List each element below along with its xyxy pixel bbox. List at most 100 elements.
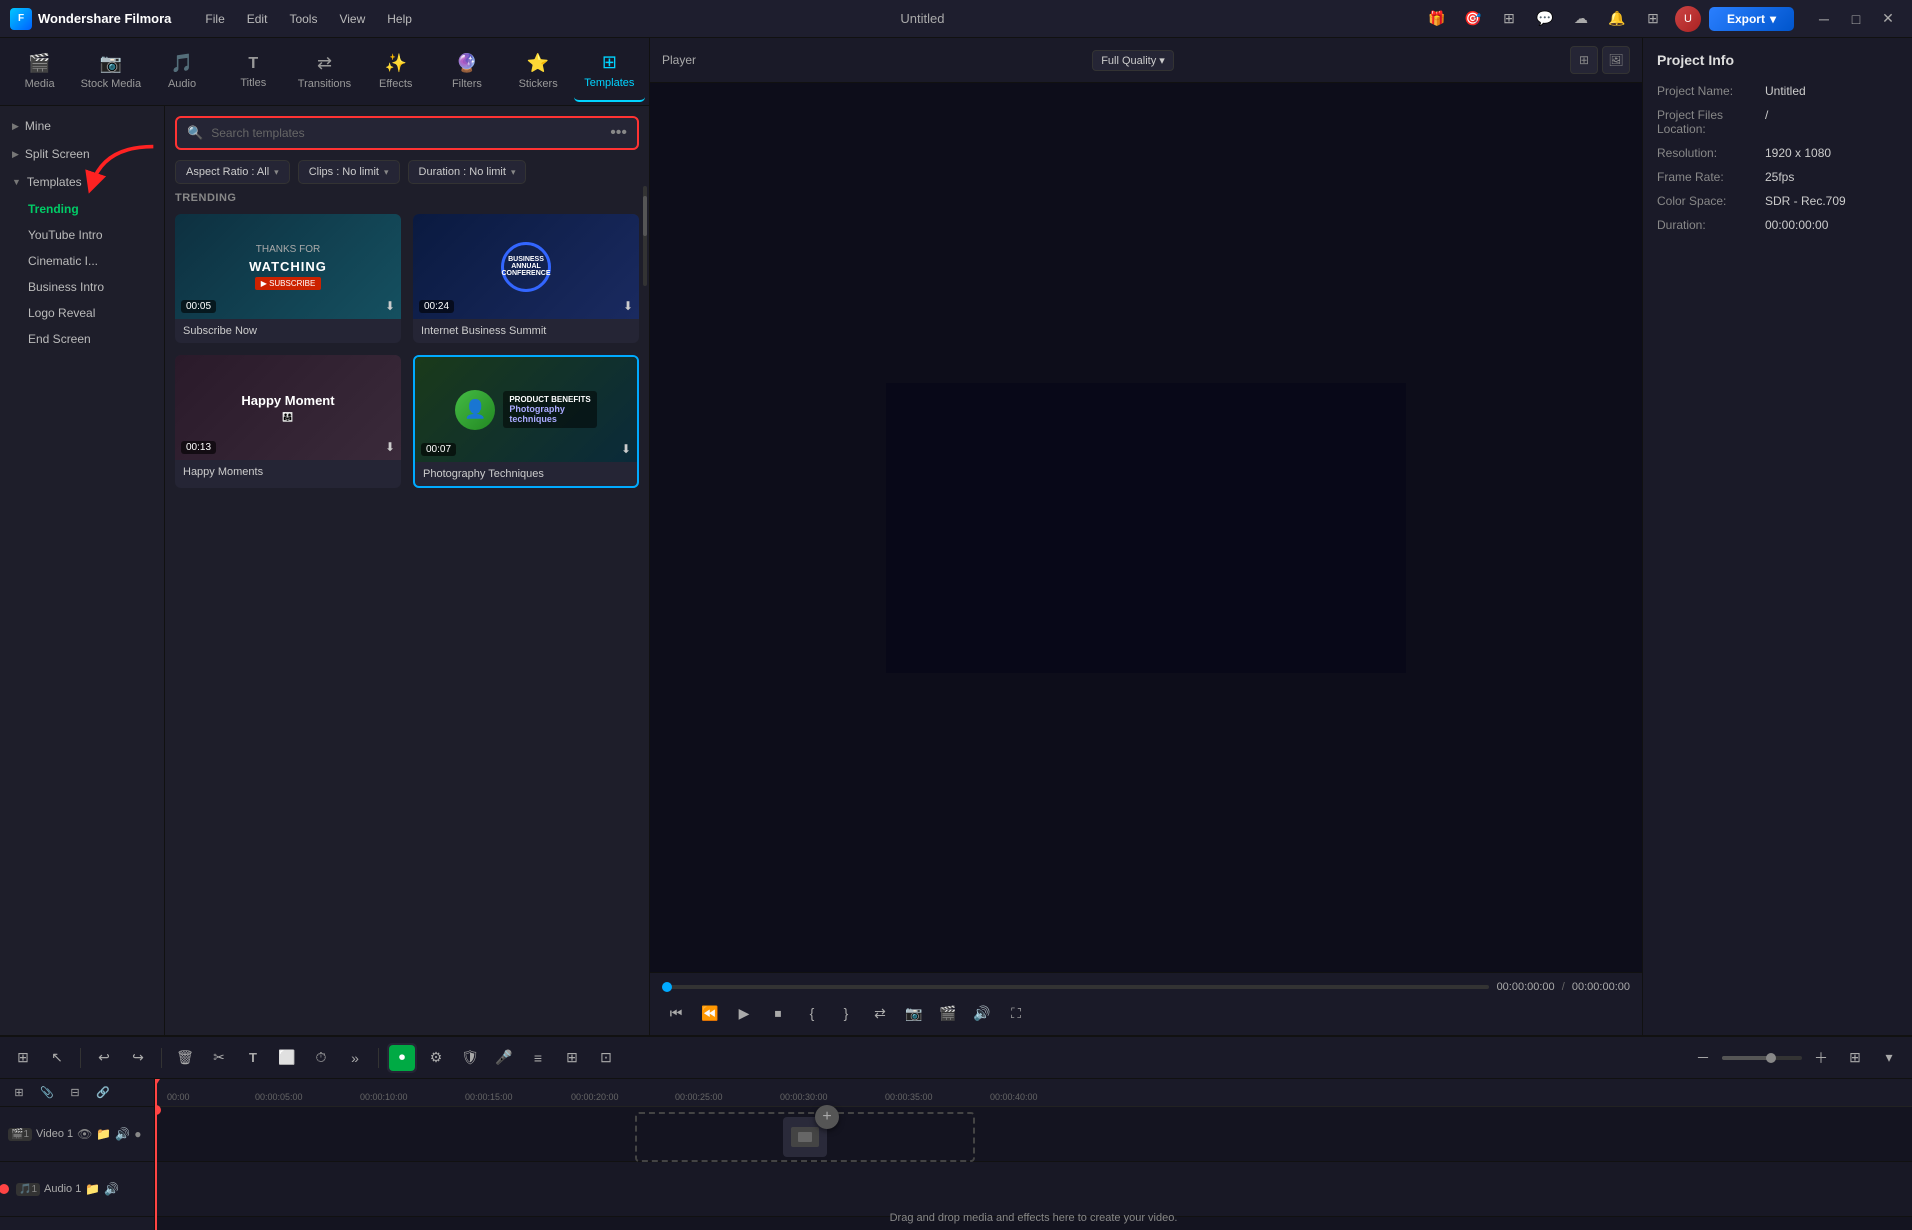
video-drop-zone[interactable]: + bbox=[635, 1112, 975, 1162]
video-capture-button[interactable]: 🎬 bbox=[934, 999, 962, 1027]
volume-button[interactable]: 🔊 bbox=[968, 999, 996, 1027]
fullscreen-button[interactable]: ⛶ bbox=[1002, 999, 1030, 1027]
template-card-business-summit[interactable]: BUSINESSANNUALCONFERENCE 00:24 ⬇ Interne… bbox=[413, 214, 639, 343]
video1-visibility-icon[interactable]: ● bbox=[134, 1127, 141, 1141]
menu-view[interactable]: View bbox=[329, 8, 375, 30]
audio1-folder-icon[interactable]: 📁 bbox=[85, 1182, 100, 1196]
more-options-icon[interactable]: ••• bbox=[610, 124, 627, 142]
sidebar-item-split-screen[interactable]: ▶ Split Screen bbox=[0, 140, 164, 168]
minimize-button[interactable]: ─ bbox=[1810, 5, 1838, 33]
search-bar[interactable]: 🔍 ••• bbox=[175, 116, 639, 150]
tab-audio[interactable]: 🎵 Audio bbox=[146, 42, 217, 102]
grid-view-button[interactable]: ⊞ bbox=[1570, 46, 1598, 74]
close-button[interactable]: ✕ bbox=[1874, 5, 1902, 33]
export-button[interactable]: Export ▾ bbox=[1709, 7, 1794, 31]
maximize-button[interactable]: □ bbox=[1842, 5, 1870, 33]
sidebar-child-logo-reveal[interactable]: Logo Reveal bbox=[0, 300, 164, 326]
template-card-photo-tech[interactable]: 👤 PRODUCT BENEFITS Photographytechniques… bbox=[413, 355, 639, 488]
menu-file[interactable]: File bbox=[195, 8, 234, 30]
user-avatar[interactable]: U bbox=[1675, 6, 1701, 32]
clips-filter[interactable]: Clips : No limit ▾ bbox=[298, 160, 400, 184]
add-track-button[interactable]: ⊞ bbox=[8, 1082, 30, 1104]
sidebar-child-end-screen[interactable]: End Screen bbox=[0, 326, 164, 352]
more-tools-button[interactable]: » bbox=[340, 1043, 370, 1073]
search-input[interactable] bbox=[211, 126, 602, 140]
sidebar-child-youtube-intro[interactable]: YouTube Intro bbox=[0, 222, 164, 248]
tab-templates[interactable]: ⊞ Templates bbox=[574, 42, 645, 102]
timeline-insert-button[interactable]: ⊞ bbox=[557, 1043, 587, 1073]
stop-button[interactable]: ⏹ bbox=[764, 999, 792, 1027]
aspect-ratio-filter[interactable]: Aspect Ratio : All ▾ bbox=[175, 160, 290, 184]
timeline-mode-record-button[interactable]: ⏺ bbox=[389, 1045, 415, 1071]
audio1-volume-icon[interactable]: 🔊 bbox=[104, 1182, 119, 1196]
tab-effects[interactable]: ✨ Effects bbox=[360, 42, 431, 102]
target-icon[interactable]: 🎯 bbox=[1459, 5, 1487, 33]
mark-in-button[interactable]: { bbox=[798, 999, 826, 1027]
undo-button[interactable]: ↩ bbox=[89, 1043, 119, 1073]
tab-transitions[interactable]: ⇄ Transitions bbox=[289, 42, 360, 102]
zoom-track[interactable] bbox=[1722, 1056, 1802, 1060]
timeline-select-button[interactable]: ↖ bbox=[42, 1043, 72, 1073]
redo-button[interactable]: ↪ bbox=[123, 1043, 153, 1073]
tab-stickers[interactable]: ⭐ Stickers bbox=[503, 42, 574, 102]
sidebar-child-business-intro[interactable]: Business Intro bbox=[0, 274, 164, 300]
split-track-button[interactable]: ⊟ bbox=[64, 1082, 86, 1104]
progress-track[interactable] bbox=[662, 985, 1489, 989]
tab-titles[interactable]: T Titles bbox=[218, 42, 289, 102]
delete-button[interactable]: 🗑 bbox=[170, 1043, 200, 1073]
chat-icon[interactable]: 💬 bbox=[1531, 5, 1559, 33]
zoom-handle[interactable] bbox=[1766, 1053, 1776, 1063]
screenshot-button[interactable]: 📷 bbox=[900, 999, 928, 1027]
video1-volume-icon[interactable]: 🔊 bbox=[115, 1127, 130, 1141]
speed-button[interactable]: ⏱ bbox=[306, 1043, 336, 1073]
timeline-pip-button[interactable]: ⊡ bbox=[591, 1043, 621, 1073]
cut-button[interactable]: ✂ bbox=[204, 1043, 234, 1073]
crop-button[interactable]: ⬜ bbox=[272, 1043, 302, 1073]
add-media-icon[interactable]: + bbox=[815, 1105, 839, 1129]
tab-media[interactable]: 🎬 Media bbox=[4, 42, 75, 102]
timeline-mic-button[interactable]: 🎤 bbox=[489, 1043, 519, 1073]
menu-tools[interactable]: Tools bbox=[279, 8, 327, 30]
duration-filter[interactable]: Duration : No limit ▾ bbox=[408, 160, 527, 184]
timeline-group-button[interactable]: ⊞ bbox=[8, 1043, 38, 1073]
snap-button[interactable]: ⇄ bbox=[866, 999, 894, 1027]
timeline-shield-button[interactable]: 🛡 bbox=[455, 1043, 485, 1073]
subscribe-download-icon[interactable]: ⬇ bbox=[385, 299, 395, 313]
tab-filters[interactable]: 🔮 Filters bbox=[431, 42, 502, 102]
sidebar-item-mine[interactable]: ▶ Mine bbox=[0, 112, 164, 140]
link-track-button[interactable]: 🔗 bbox=[92, 1082, 114, 1104]
snap-track-button[interactable]: 📎 bbox=[36, 1082, 58, 1104]
step-back-button[interactable]: ⏪ bbox=[696, 999, 724, 1027]
sidebar-item-templates[interactable]: ▼ Templates bbox=[0, 168, 164, 196]
layout-icon[interactable]: ⊞ bbox=[1639, 5, 1667, 33]
grid2-icon[interactable]: ⊞ bbox=[1495, 5, 1523, 33]
prev-frame-button[interactable]: ⏮ bbox=[662, 999, 690, 1027]
play-button[interactable]: ▶ bbox=[730, 999, 758, 1027]
text-button[interactable]: T bbox=[238, 1043, 268, 1073]
cloud-icon[interactable]: ☁ bbox=[1567, 5, 1595, 33]
menu-edit[interactable]: Edit bbox=[237, 8, 278, 30]
progress-handle[interactable] bbox=[662, 982, 672, 992]
video1-folder-icon[interactable]: 📁 bbox=[96, 1127, 111, 1141]
timeline-sort-button[interactable]: ≡ bbox=[523, 1043, 553, 1073]
moments-download-icon[interactable]: ⬇ bbox=[385, 440, 395, 454]
template-card-subscribe-now[interactable]: THANKS FOR WATCHING ▶ SUBSCRIBE 00:05 ⬇ … bbox=[175, 214, 401, 343]
sidebar-child-trending[interactable]: Trending bbox=[0, 196, 164, 222]
business-download-icon[interactable]: ⬇ bbox=[623, 299, 633, 313]
quality-select[interactable]: Full Quality ▾ bbox=[1092, 50, 1174, 71]
bell-icon[interactable]: 🔔 bbox=[1603, 5, 1631, 33]
tab-stock-media[interactable]: 📷 Stock Media bbox=[75, 42, 146, 102]
menu-help[interactable]: Help bbox=[377, 8, 422, 30]
timeline-settings-button[interactable]: ⚙ bbox=[421, 1043, 451, 1073]
template-card-happy-moments[interactable]: Happy Moment 👨‍👩‍👧 00:13 ⬇ Happy Moments bbox=[175, 355, 401, 488]
sidebar-child-cinematic[interactable]: Cinematic I... bbox=[0, 248, 164, 274]
video1-eye-icon[interactable]: 👁 bbox=[77, 1127, 92, 1141]
image-view-button[interactable]: 🖼 bbox=[1602, 46, 1630, 74]
zoom-out-button[interactable]: － bbox=[1688, 1043, 1718, 1073]
timeline-layout-button[interactable]: ⊞ bbox=[1840, 1043, 1870, 1073]
zoom-in-button[interactable]: ＋ bbox=[1806, 1043, 1836, 1073]
gift-icon[interactable]: 🎁 bbox=[1423, 5, 1451, 33]
timeline-more-button[interactable]: ▾ bbox=[1874, 1043, 1904, 1073]
mark-out-button[interactable]: } bbox=[832, 999, 860, 1027]
photo-tech-download-icon[interactable]: ⬇ bbox=[621, 442, 631, 456]
